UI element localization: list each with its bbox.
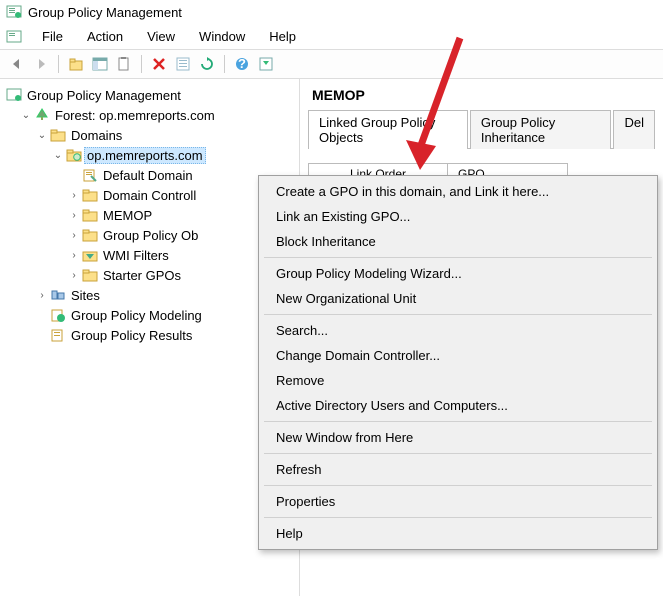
- cm-search[interactable]: Search...: [262, 318, 654, 343]
- wmi-filter-icon: [82, 247, 98, 263]
- cm-properties[interactable]: Properties: [262, 489, 654, 514]
- tree-starter-gpos[interactable]: › Starter GPOs: [2, 265, 297, 285]
- gpo-folder-icon: [82, 227, 98, 243]
- caret-collapsed-icon[interactable]: ›: [68, 250, 80, 261]
- caret-expanded-icon[interactable]: ⌄: [52, 150, 64, 161]
- tree-wmi-filters[interactable]: › WMI Filters: [2, 245, 297, 265]
- gp-results-icon: [50, 327, 66, 343]
- domain-icon: [66, 147, 82, 163]
- tree-gp-results[interactable]: Group Policy Results: [2, 325, 297, 345]
- separator: [264, 421, 652, 422]
- copy-button[interactable]: [113, 53, 135, 75]
- menu-help[interactable]: Help: [259, 26, 306, 47]
- separator: [264, 517, 652, 518]
- tree-domain[interactable]: ⌄ op.memreports.com: [2, 145, 297, 165]
- cm-block-inheritance[interactable]: Block Inheritance: [262, 229, 654, 254]
- separator: [224, 55, 225, 73]
- tree-default-domain[interactable]: Default Domain: [2, 165, 297, 185]
- cm-new-ou[interactable]: New Organizational Unit: [262, 286, 654, 311]
- cm-remove[interactable]: Remove: [262, 368, 654, 393]
- context-menu: Create a GPO in this domain, and Link it…: [258, 175, 658, 550]
- menu-file[interactable]: File: [32, 26, 73, 47]
- cm-link-existing[interactable]: Link an Existing GPO...: [262, 204, 654, 229]
- tree-label: Group Policy Results: [68, 327, 195, 344]
- window-title: Group Policy Management: [28, 5, 182, 20]
- tree-label: Sites: [68, 287, 103, 304]
- tree-label: Group Policy Management: [24, 87, 184, 104]
- show-hide-tree-button[interactable]: [89, 53, 111, 75]
- gpmc-icon: [6, 87, 22, 103]
- separator: [264, 485, 652, 486]
- cm-gpm-wizard[interactable]: Group Policy Modeling Wizard...: [262, 261, 654, 286]
- separator: [264, 257, 652, 258]
- cm-change-dc[interactable]: Change Domain Controller...: [262, 343, 654, 368]
- sites-icon: [50, 287, 66, 303]
- tree-forest[interactable]: ⌄ Forest: op.memreports.com: [2, 105, 297, 125]
- caret-collapsed-icon[interactable]: ›: [68, 270, 80, 281]
- menu-window[interactable]: Window: [189, 26, 255, 47]
- filter-button[interactable]: [255, 53, 277, 75]
- tree-label: Group Policy Ob: [100, 227, 201, 244]
- ou-icon: [82, 207, 98, 223]
- separator: [264, 453, 652, 454]
- cm-help[interactable]: Help: [262, 521, 654, 546]
- cm-ad-users[interactable]: Active Directory Users and Computers...: [262, 393, 654, 418]
- tree-pane[interactable]: Group Policy Management ⌄ Forest: op.mem…: [0, 79, 300, 596]
- gp-modeling-icon: [50, 307, 66, 323]
- tree-label: Domains: [68, 127, 125, 144]
- tree-label: WMI Filters: [100, 247, 172, 264]
- cm-new-window[interactable]: New Window from Here: [262, 425, 654, 450]
- caret-expanded-icon[interactable]: ⌄: [36, 130, 48, 141]
- domains-folder-icon: [50, 127, 66, 143]
- tree-label: MEMOP: [100, 207, 155, 224]
- tabs: Linked Group Policy Objects Group Policy…: [308, 109, 655, 149]
- back-button[interactable]: [6, 53, 28, 75]
- tree-label: Forest: op.memreports.com: [52, 107, 218, 124]
- tree-domains[interactable]: ⌄ Domains: [2, 125, 297, 145]
- tree-domain-controllers[interactable]: › Domain Controll: [2, 185, 297, 205]
- menu-view[interactable]: View: [137, 26, 185, 47]
- tree-label: Group Policy Modeling: [68, 307, 205, 324]
- tree-memop[interactable]: › MEMOP: [2, 205, 297, 225]
- ou-icon: [82, 187, 98, 203]
- refresh-button[interactable]: [196, 53, 218, 75]
- tree-label: Domain Controll: [100, 187, 199, 204]
- caret-expanded-icon[interactable]: ⌄: [20, 110, 32, 121]
- tab-delegation[interactable]: Del: [613, 110, 655, 149]
- tree-gpo-objects[interactable]: › Group Policy Ob: [2, 225, 297, 245]
- svg-text:?: ?: [238, 56, 246, 71]
- tree-label: Starter GPOs: [100, 267, 184, 284]
- help-button[interactable]: ?: [231, 53, 253, 75]
- cm-create-gpo[interactable]: Create a GPO in this domain, and Link it…: [262, 179, 654, 204]
- details-title: MEMOP: [312, 87, 655, 103]
- app-icon: [6, 4, 22, 20]
- tree-label: Default Domain: [100, 167, 196, 184]
- forest-icon: [34, 107, 50, 123]
- toolbar: ?: [0, 50, 663, 79]
- separator: [58, 55, 59, 73]
- tree-gp-modeling[interactable]: Group Policy Modeling: [2, 305, 297, 325]
- menu-action[interactable]: Action: [77, 26, 133, 47]
- delete-button[interactable]: [148, 53, 170, 75]
- separator: [264, 314, 652, 315]
- caret-collapsed-icon[interactable]: ›: [68, 230, 80, 241]
- up-button[interactable]: [65, 53, 87, 75]
- forward-button[interactable]: [30, 53, 52, 75]
- mmc-icon: [6, 29, 22, 45]
- menubar: File Action View Window Help: [0, 24, 663, 50]
- tree-root[interactable]: Group Policy Management: [2, 85, 297, 105]
- cm-refresh[interactable]: Refresh: [262, 457, 654, 482]
- tab-gp-inheritance[interactable]: Group Policy Inheritance: [470, 110, 612, 149]
- caret-collapsed-icon[interactable]: ›: [36, 290, 48, 301]
- titlebar: Group Policy Management: [0, 0, 663, 24]
- gpo-link-icon: [82, 167, 98, 183]
- starter-gpo-icon: [82, 267, 98, 283]
- properties-button[interactable]: [172, 53, 194, 75]
- caret-collapsed-icon[interactable]: ›: [68, 190, 80, 201]
- tab-linked-gpo[interactable]: Linked Group Policy Objects: [308, 110, 468, 149]
- tree-sites[interactable]: › Sites: [2, 285, 297, 305]
- tree-label: op.memreports.com: [84, 147, 206, 164]
- separator: [141, 55, 142, 73]
- caret-collapsed-icon[interactable]: ›: [68, 210, 80, 221]
